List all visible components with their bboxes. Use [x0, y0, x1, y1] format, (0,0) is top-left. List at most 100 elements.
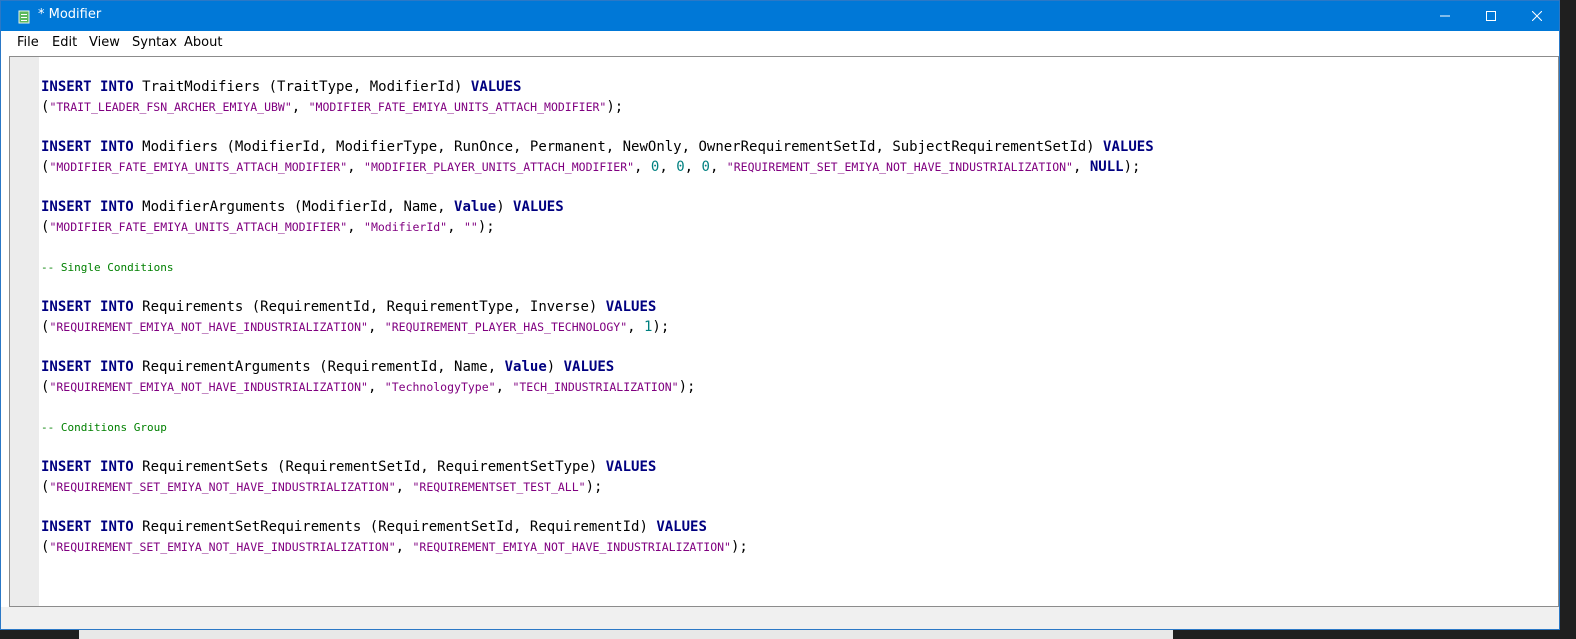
menu-view[interactable]: View: [89, 35, 120, 50]
code-text: ,: [1072, 159, 1090, 175]
code-line: INSERT INTO Modifiers (ModifierId, Modif…: [41, 137, 1154, 157]
code-text: ,: [367, 379, 385, 395]
code-text: );: [652, 319, 670, 335]
maximize-icon: [1486, 11, 1496, 21]
code-line: INSERT INTO TraitModifiers (TraitType, M…: [41, 77, 521, 97]
code-text: ,: [495, 379, 513, 395]
sql-keyword: INSERT: [41, 359, 92, 375]
sql-keyword: INTO: [100, 459, 134, 475]
sql-keyword: NULL: [1089, 159, 1124, 175]
code-comment: -- Conditions Group: [41, 417, 167, 437]
sql-keyword: VALUES: [605, 459, 657, 475]
code-line: INSERT INTO RequirementSets (Requirement…: [41, 457, 656, 477]
sql-keyword: VALUES: [470, 79, 522, 95]
string-literal: "REQUIREMENT_SET_EMIYA_NOT_HAVE_INDUSTRI…: [49, 480, 396, 494]
menu-edit[interactable]: Edit: [52, 35, 77, 50]
code-text: );: [585, 479, 603, 495]
string-literal: "REQUIREMENTSET_TEST_ALL": [412, 480, 586, 494]
maximize-button[interactable]: [1468, 1, 1514, 31]
code-line: ("REQUIREMENT_EMIYA_NOT_HAVE_INDUSTRIALI…: [41, 377, 695, 397]
string-literal: "TRAIT_LEADER_FSN_ARCHER_EMIYA_UBW": [49, 100, 292, 114]
close-button[interactable]: [1514, 1, 1560, 31]
code-text: ): [546, 359, 564, 375]
string-literal: "MODIFIER_FATE_EMIYA_UNITS_ATTACH_MODIFI…: [308, 100, 607, 114]
line-gutter: [10, 57, 39, 606]
string-literal: "TechnologyType": [384, 380, 496, 394]
string-literal: "REQUIREMENT_EMIYA_NOT_HAVE_INDUSTRIALIZ…: [49, 320, 368, 334]
code-text: ,: [347, 159, 365, 175]
sql-keyword: Value: [454, 199, 497, 215]
code-text: ModifierArguments (ModifierId, Name,: [133, 199, 455, 215]
sql-keyword: INTO: [100, 299, 134, 315]
code-text: ): [496, 199, 514, 215]
code-text: ,: [367, 319, 385, 335]
code-editor[interactable]: INSERT INTO TraitModifiers (TraitType, M…: [9, 56, 1559, 607]
string-literal: "MODIFIER_FATE_EMIYA_UNITS_ATTACH_MODIFI…: [49, 160, 348, 174]
code-text: ,: [395, 479, 413, 495]
sql-keyword: INSERT: [41, 299, 92, 315]
code-text: ,: [659, 159, 677, 175]
sql-keyword: Value: [504, 359, 547, 375]
sql-keyword: INTO: [100, 199, 134, 215]
sql-keyword: VALUES: [656, 519, 707, 535]
sql-keyword: INSERT: [41, 519, 92, 535]
code-line: ("TRAIT_LEADER_FSN_ARCHER_EMIYA_UBW", "M…: [41, 97, 623, 117]
code-text: ,: [627, 319, 644, 335]
code-line: INSERT INTO RequirementSetRequirements (…: [41, 517, 707, 537]
code-text: );: [1123, 159, 1141, 175]
code-line: ("MODIFIER_FATE_EMIYA_UNITS_ATTACH_MODIF…: [41, 217, 495, 237]
code-text: );: [477, 219, 495, 235]
status-bar: [1, 607, 1559, 629]
string-literal: "REQUIREMENT_PLAYER_HAS_TECHNOLOGY": [384, 320, 628, 334]
minimize-button[interactable]: [1422, 1, 1468, 31]
sql-keyword: INTO: [100, 139, 134, 155]
comment-text: -- Single Conditions: [41, 261, 174, 274]
string-literal: "REQUIREMENT_SET_EMIYA_NOT_HAVE_INDUSTRI…: [726, 160, 1073, 174]
sql-keyword: INSERT: [41, 139, 92, 155]
menu-file[interactable]: File: [17, 35, 39, 50]
sql-keyword: INTO: [100, 519, 134, 535]
code-line: ("REQUIREMENT_EMIYA_NOT_HAVE_INDUSTRIALI…: [41, 317, 669, 337]
string-literal: "": [463, 220, 478, 234]
comment-text: -- Conditions Group: [41, 421, 167, 434]
code-line: ("REQUIREMENT_SET_EMIYA_NOT_HAVE_INDUSTR…: [41, 537, 748, 557]
string-literal: "MODIFIER_PLAYER_UNITS_ATTACH_MODIFIER": [364, 160, 635, 174]
code-comment: -- Single Conditions: [41, 257, 173, 277]
code-text: TraitModifiers (TraitType, ModifierId): [133, 79, 471, 95]
sql-keyword: INSERT: [41, 459, 92, 475]
menu-bar: File Edit View Syntax About: [1, 31, 1559, 55]
code-text: ,: [347, 219, 365, 235]
number-literal: 0: [676, 159, 685, 175]
code-line: INSERT INTO RequirementArguments (Requir…: [41, 357, 614, 377]
code-text: ,: [447, 219, 464, 235]
sql-keyword: VALUES: [563, 359, 615, 375]
menu-syntax[interactable]: Syntax: [132, 35, 177, 50]
menu-about[interactable]: About: [184, 35, 222, 50]
string-literal: "REQUIREMENT_EMIYA_NOT_HAVE_INDUSTRIALIZ…: [49, 380, 368, 394]
code-text: ,: [634, 159, 651, 175]
code-text: RequirementArguments (RequirementId, Nam…: [133, 359, 505, 375]
code-text: );: [606, 99, 624, 115]
string-literal: "MODIFIER_FATE_EMIYA_UNITS_ATTACH_MODIFI…: [49, 220, 348, 234]
code-text: ,: [291, 99, 309, 115]
code-text: ,: [395, 539, 413, 555]
sql-keyword: VALUES: [1103, 139, 1154, 155]
code-text: ,: [684, 159, 702, 175]
close-icon: [1532, 11, 1542, 21]
window-title: * Modifier: [38, 7, 102, 22]
code-line: ("MODIFIER_FATE_EMIYA_UNITS_ATTACH_MODIF…: [41, 157, 1140, 177]
code-line: INSERT INTO Requirements (RequirementId,…: [41, 297, 656, 317]
code-text: );: [730, 539, 748, 555]
code-text: Requirements (RequirementId, Requirement…: [133, 299, 606, 315]
sql-keyword: VALUES: [605, 299, 657, 315]
title-bar[interactable]: * Modifier: [1, 1, 1559, 31]
sql-keyword: INTO: [100, 79, 134, 95]
sql-keyword: VALUES: [513, 199, 564, 215]
code-line: INSERT INTO ModifierArguments (ModifierI…: [41, 197, 564, 217]
